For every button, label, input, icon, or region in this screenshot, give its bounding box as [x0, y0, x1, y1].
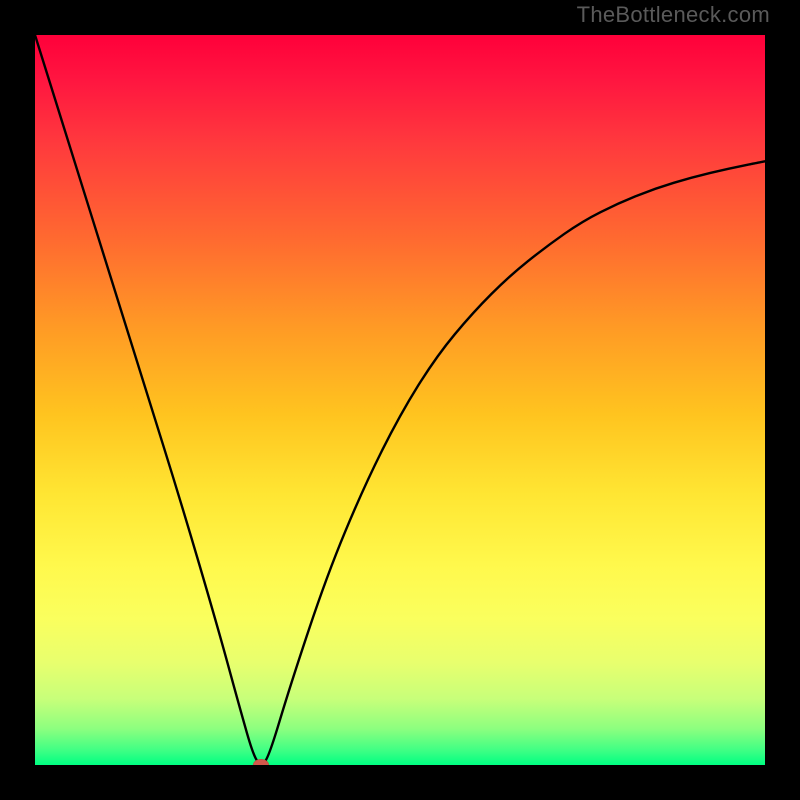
chart-frame: TheBottleneck.com: [0, 0, 800, 800]
curve-path: [35, 35, 765, 763]
optimal-point-marker: [253, 759, 269, 765]
plot-area: [35, 35, 765, 765]
bottleneck-curve: [35, 35, 765, 765]
watermark-text: TheBottleneck.com: [577, 2, 770, 28]
